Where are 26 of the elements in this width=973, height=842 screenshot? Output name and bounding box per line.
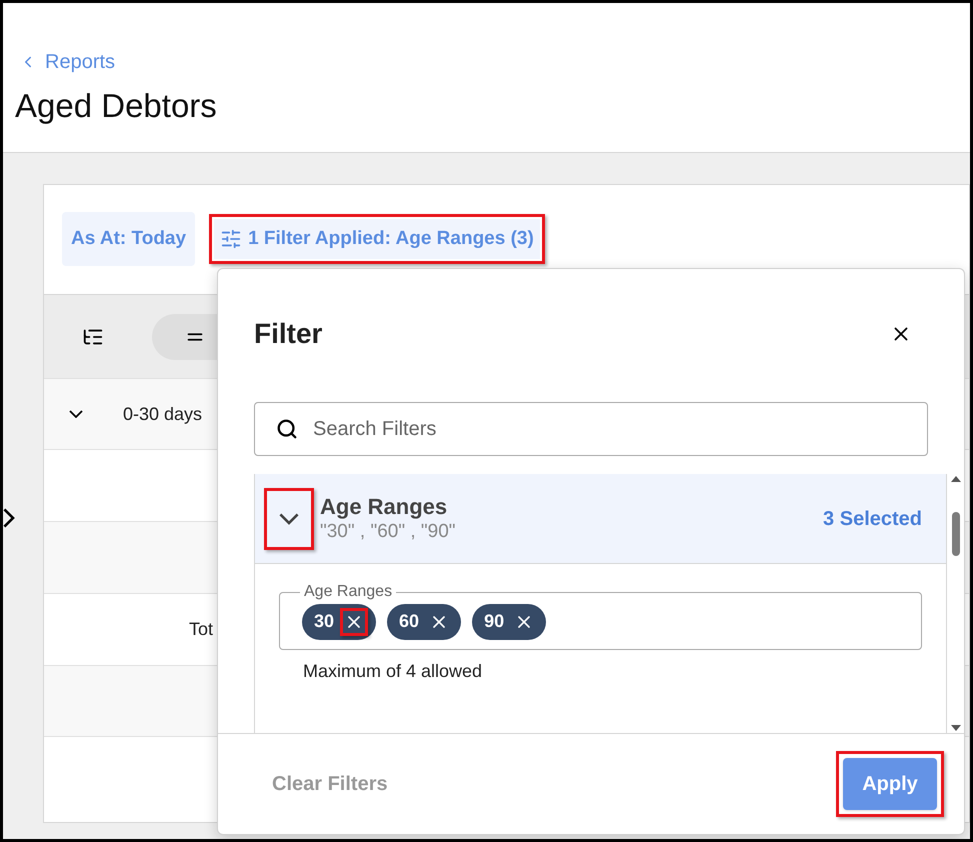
search-icon (276, 418, 298, 440)
field-label: Age Ranges (303, 582, 394, 602)
scroll-thumb[interactable] (952, 512, 960, 556)
section-title: Age Ranges (320, 492, 448, 520)
apply-button[interactable]: Apply (843, 758, 937, 810)
table-cell-text: Tot (189, 618, 214, 641)
clear-filters-button[interactable]: Clear Filters (272, 769, 388, 799)
sliders-icon (220, 228, 242, 250)
accordion-header[interactable]: Age Ranges "30" , "60" , "90" 3 Selected (255, 474, 946, 564)
value-chip: 60 (387, 604, 462, 640)
helper-text: Maximum of 4 allowed (302, 660, 484, 683)
value-chip: 90 (472, 604, 546, 640)
chevron-down-icon[interactable] (69, 410, 83, 418)
page-title: Aged Debtors (15, 86, 218, 126)
selected-count: 3 Selected (823, 506, 922, 532)
panel-title: Filter (254, 317, 322, 351)
scroll-down-icon[interactable] (950, 725, 960, 731)
chevron-icon (3, 508, 15, 528)
breadcrumb-link[interactable]: Reports (15, 47, 970, 77)
as-at-button[interactable]: As At: Today (62, 212, 196, 266)
section-summary: "30" , "60" , "90" (320, 520, 457, 544)
table-cell-text: 0-30 days (123, 402, 202, 426)
filter-button[interactable]: 1 Filter Applied: Age Ranges (3) (214, 219, 540, 260)
scroll-up-icon[interactable] (950, 476, 960, 482)
search-field[interactable]: Search Filters (254, 402, 928, 456)
value-chip: 30 (302, 604, 376, 640)
